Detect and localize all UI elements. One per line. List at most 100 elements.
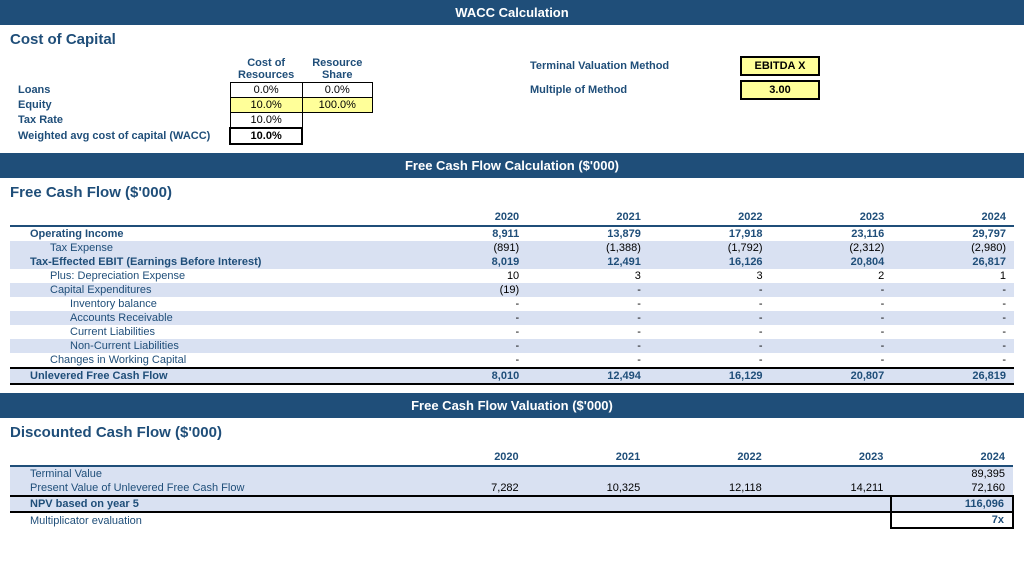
val-row-npv: NPV based on year 5 116,096 bbox=[10, 496, 1013, 512]
oi-2020: 8,911 bbox=[406, 226, 528, 241]
ulfcf-2021: 12,494 bbox=[527, 368, 649, 384]
val-title: Discounted Cash Flow ($'000) bbox=[0, 418, 1024, 445]
dep-2024: 1 bbox=[892, 269, 1014, 283]
multiple-of-method-value[interactable]: 3.00 bbox=[740, 80, 820, 100]
val-year-2024: 2024 bbox=[891, 449, 1013, 466]
wc-2023: - bbox=[771, 353, 893, 368]
te-2024: (2,980) bbox=[892, 241, 1014, 255]
pvulfcf-label: Present Value of Unlevered Free Cash Flo… bbox=[10, 481, 405, 496]
wc-label: Changes in Working Capital bbox=[10, 353, 406, 368]
ulfcf-2023: 20,807 bbox=[771, 368, 893, 384]
fcf-row-capex: Capital Expenditures (19) - - - - bbox=[10, 283, 1014, 297]
mult-2021 bbox=[527, 512, 649, 528]
tv-label: Terminal Value bbox=[10, 466, 405, 481]
tax-share-empty bbox=[302, 113, 372, 129]
tv-2021 bbox=[527, 466, 649, 481]
ulfcf-2022: 16,129 bbox=[649, 368, 771, 384]
fcf-row-ulfcf: Unlevered Free Cash Flow 8,010 12,494 16… bbox=[10, 368, 1014, 384]
equity-share[interactable]: 100.0% bbox=[302, 98, 372, 113]
ar-2023: - bbox=[771, 311, 893, 325]
tax-expense-label: Tax Expense bbox=[10, 241, 406, 255]
oi-2021: 13,879 bbox=[527, 226, 649, 241]
tv-2023 bbox=[770, 466, 892, 481]
val-year-2022: 2022 bbox=[648, 449, 770, 466]
multiple-of-method-label: Multiple of Method bbox=[530, 84, 730, 96]
val-content: 2020 2021 2022 2023 2024 Terminal Value … bbox=[0, 445, 1024, 537]
capex-2024: - bbox=[892, 283, 1014, 297]
te-2022: (1,792) bbox=[649, 241, 771, 255]
capex-label: Capital Expenditures bbox=[10, 283, 406, 297]
fcf-header: Free Cash Flow Calculation ($'000) bbox=[0, 153, 1024, 178]
ar-label: Accounts Receivable bbox=[10, 311, 406, 325]
ulfcf-label: Unlevered Free Cash Flow bbox=[10, 368, 406, 384]
wacc-grid: Cost ofResources ResourceShare Loans 0.0… bbox=[10, 56, 1014, 145]
cl-2023: - bbox=[771, 325, 893, 339]
ebit-2022: 16,126 bbox=[649, 255, 771, 269]
wacc-row-loans: Loans 0.0% 0.0% bbox=[10, 83, 372, 98]
tv-2022 bbox=[648, 466, 770, 481]
val-label-header bbox=[10, 449, 405, 466]
wacc-value[interactable]: 10.0% bbox=[230, 128, 302, 144]
inv-2024: - bbox=[892, 297, 1014, 311]
fcf-row-operating-income: Operating Income 8,911 13,879 17,918 23,… bbox=[10, 226, 1014, 241]
ncl-label: Non-Current Liabilities bbox=[10, 339, 406, 353]
cl-2024: - bbox=[892, 325, 1014, 339]
pvulfcf-2022: 12,118 bbox=[648, 481, 770, 496]
val-year-2023: 2023 bbox=[770, 449, 892, 466]
fcf-row-inventory: Inventory balance - - - - - bbox=[10, 297, 1014, 311]
npv-2020 bbox=[405, 496, 527, 512]
terminal-valuation-value[interactable]: EBITDA X bbox=[740, 56, 820, 76]
fcf-row-current-liabilities: Current Liabilities - - - - - bbox=[10, 325, 1014, 339]
loans-label: Loans bbox=[10, 83, 230, 98]
cl-2021: - bbox=[527, 325, 649, 339]
wacc-header: WACC Calculation bbox=[0, 0, 1024, 25]
terminal-valuation-row: Terminal Valuation Method EBITDA X bbox=[530, 56, 820, 76]
pvulfcf-2020: 7,282 bbox=[405, 481, 527, 496]
pvulfcf-2024: 72,160 bbox=[891, 481, 1013, 496]
tax-cost[interactable]: 10.0% bbox=[230, 113, 302, 129]
npv-2024: 116,096 bbox=[891, 496, 1013, 512]
te-2021: (1,388) bbox=[527, 241, 649, 255]
operating-income-label: Operating Income bbox=[10, 226, 406, 241]
capex-2022: - bbox=[649, 283, 771, 297]
wc-2024: - bbox=[892, 353, 1014, 368]
ebit-label: Tax-Effected EBIT (Earnings Before Inter… bbox=[10, 255, 406, 269]
ar-2021: - bbox=[527, 311, 649, 325]
multiple-of-method-row: Multiple of Method 3.00 bbox=[530, 80, 820, 100]
equity-cost[interactable]: 10.0% bbox=[230, 98, 302, 113]
col-resource-share: ResourceShare bbox=[302, 56, 372, 83]
mult-2022 bbox=[648, 512, 770, 528]
loans-cost[interactable]: 0.0% bbox=[230, 83, 302, 98]
ulfcf-2020: 8,010 bbox=[406, 368, 528, 384]
equity-label: Equity bbox=[10, 98, 230, 113]
loans-share[interactable]: 0.0% bbox=[302, 83, 372, 98]
ncl-2022: - bbox=[649, 339, 771, 353]
wacc-row-equity: Equity 10.0% 100.0% bbox=[10, 98, 372, 113]
wacc-right: Terminal Valuation Method EBITDA X Multi… bbox=[530, 56, 820, 100]
tv-2024: 89,395 bbox=[891, 466, 1013, 481]
fcf-content: 2020 2021 2022 2023 2024 Operating Incom… bbox=[0, 205, 1024, 393]
dep-2023: 2 bbox=[771, 269, 893, 283]
fcf-year-2020: 2020 bbox=[406, 209, 528, 226]
wc-2022: - bbox=[649, 353, 771, 368]
inv-2021: - bbox=[527, 297, 649, 311]
depreciation-label: Plus: Depreciation Expense bbox=[10, 269, 406, 283]
ncl-2024: - bbox=[892, 339, 1014, 353]
cl-label: Current Liabilities bbox=[10, 325, 406, 339]
te-2020: (891) bbox=[406, 241, 528, 255]
ulfcf-2024: 26,819 bbox=[892, 368, 1014, 384]
capex-2021: - bbox=[527, 283, 649, 297]
fcf-year-2023: 2023 bbox=[771, 209, 893, 226]
val-table: 2020 2021 2022 2023 2024 Terminal Value … bbox=[10, 449, 1014, 529]
wacc-content: Cost ofResources ResourceShare Loans 0.0… bbox=[0, 52, 1024, 153]
terminal-valuation-label: Terminal Valuation Method bbox=[530, 60, 730, 72]
val-year-header-row: 2020 2021 2022 2023 2024 bbox=[10, 449, 1013, 466]
npv-2023 bbox=[770, 496, 892, 512]
mult-2023 bbox=[770, 512, 892, 528]
oi-2022: 17,918 bbox=[649, 226, 771, 241]
ebit-2023: 20,804 bbox=[771, 255, 893, 269]
inv-2022: - bbox=[649, 297, 771, 311]
npv-label: NPV based on year 5 bbox=[10, 496, 405, 512]
val-section: Discounted Cash Flow ($'000) 2020 2021 2… bbox=[0, 418, 1024, 537]
ncl-2021: - bbox=[527, 339, 649, 353]
